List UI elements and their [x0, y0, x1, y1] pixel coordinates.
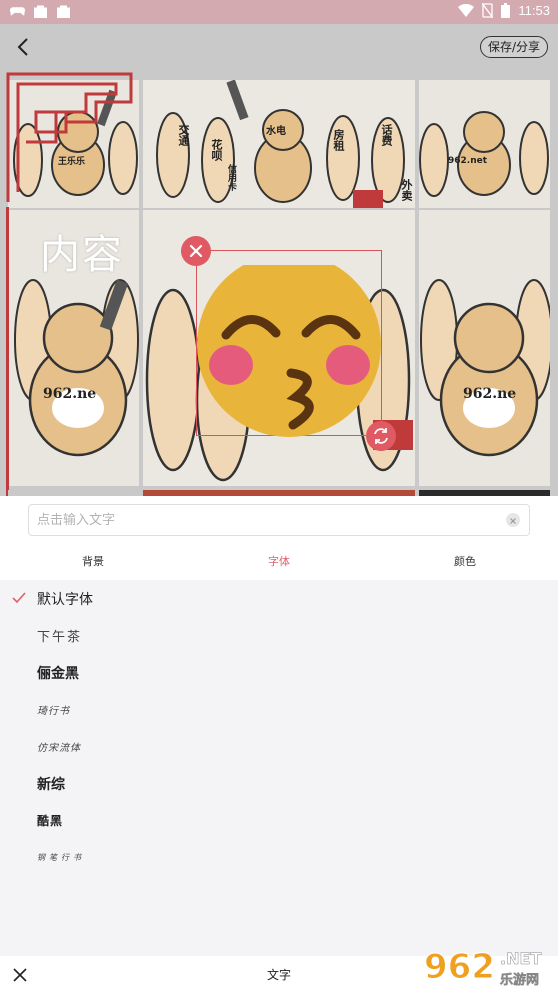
font-label: 新综 [37, 776, 65, 793]
rotate-icon [374, 428, 388, 444]
meme-label: 话费 [380, 124, 393, 146]
meme-label: 外卖 [400, 179, 413, 201]
panel-header: 背景 字体 颜色 [0, 496, 558, 580]
site-watermark-logo: 962 .NET 乐游网 [424, 947, 542, 989]
game-controller-icon [10, 7, 25, 16]
font-label: 琦行书 [37, 706, 70, 717]
close-icon [189, 244, 203, 258]
check-icon [12, 592, 26, 604]
font-list: 默认字体 下午茶 俪金黑 琦行书 仿宋流体 新综 酷黑 钢笔行书 [0, 580, 558, 876]
meme-label: 花呗 [210, 139, 223, 161]
font-item-kuhei[interactable]: 酷黑 [0, 802, 558, 839]
font-label: 酷黑 [37, 814, 64, 828]
text-input[interactable] [28, 504, 530, 536]
font-item-qixingshu[interactable]: 琦行书 [0, 691, 558, 728]
no-sim-icon [482, 3, 494, 18]
font-item-gangbi[interactable]: 钢笔行书 [0, 839, 558, 876]
frame-border [6, 207, 9, 496]
font-label: 钢笔行书 [37, 853, 85, 862]
font-label: 下午茶 [37, 630, 83, 645]
tab-background[interactable]: 背景 [0, 544, 186, 580]
meme-tile [419, 80, 550, 208]
back-arrow-icon[interactable] [14, 36, 34, 58]
delete-sticker-button[interactable] [181, 236, 211, 266]
meme-label: 962.net [448, 156, 488, 166]
panel-tabs: 背景 字体 颜色 [0, 544, 558, 580]
font-label: 默认字体 [37, 591, 93, 608]
watermark-caption: 乐游网 [500, 972, 539, 988]
tab-color[interactable]: 颜色 [372, 544, 558, 580]
overlay-text[interactable]: 内容 [40, 222, 124, 280]
wifi-icon [458, 4, 475, 17]
tab-font[interactable]: 字体 [186, 544, 372, 580]
status-bar: 11:53 [0, 0, 558, 24]
font-item-lijinhei[interactable]: 俪金黑 [0, 654, 558, 691]
meme-label: 962.ne [463, 386, 517, 402]
font-item-default[interactable]: 默认字体 [0, 580, 558, 617]
font-item-fangsong[interactable]: 仿宋流体 [0, 728, 558, 765]
meme-tile [419, 210, 550, 486]
meme-label: 962.ne [43, 386, 97, 402]
meme-label: 房租 [332, 129, 345, 151]
font-label: 俪金黑 [37, 665, 79, 682]
font-item-xinzong[interactable]: 新综 [0, 765, 558, 802]
clear-icon [510, 518, 516, 524]
bag-icon [34, 5, 47, 18]
font-label: 仿宋流体 [37, 743, 81, 754]
meme-label: 信用卡 [226, 164, 236, 191]
clock: 11:53 [518, 3, 550, 18]
watermark-brand: 962 [424, 947, 495, 987]
image-editor-canvas[interactable]: 王乐乐 交通 花呗 水电 房租 话费 信用卡 外卖 962.net 962.ne… [0, 24, 558, 496]
font-item-xiawucha[interactable]: 下午茶 [0, 617, 558, 654]
frame-corner-ornament [6, 72, 133, 202]
save-share-button[interactable]: 保存/分享 [479, 36, 548, 58]
meme-label: 水电 [266, 126, 286, 137]
rotate-scale-sticker-button[interactable] [366, 421, 396, 451]
text-edit-panel: 背景 字体 颜色 默认字体 下午茶 俪金黑 琦行书 仿宋流体 新综 酷黑 [0, 496, 558, 956]
editor-top-bar: 保存/分享 [0, 24, 558, 70]
clear-input-button[interactable] [506, 513, 520, 527]
kissing-face-emoji-sticker[interactable] [196, 265, 382, 451]
battery-icon [501, 3, 511, 18]
watermark-suffix: .NET [500, 949, 541, 968]
meme-label: 交通 [177, 124, 190, 146]
bag-icon [57, 5, 70, 18]
